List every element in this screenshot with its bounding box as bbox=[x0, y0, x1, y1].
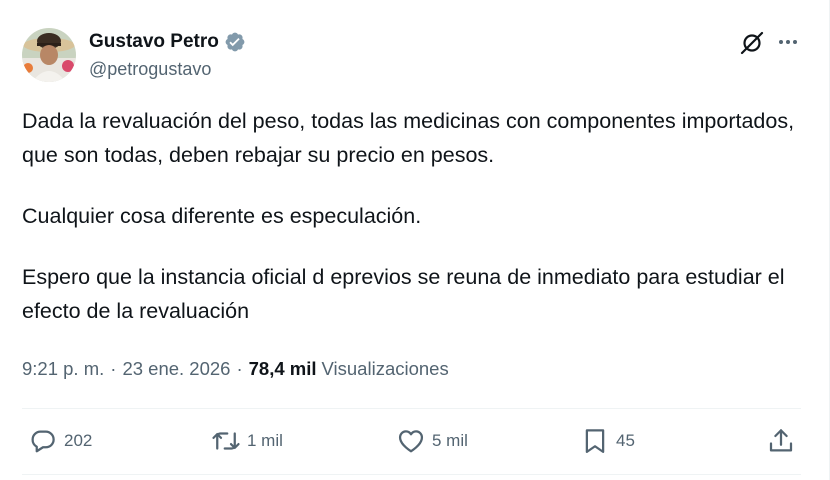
like-button[interactable]: 5 mil bbox=[396, 426, 468, 456]
bookmark-count: 45 bbox=[616, 431, 635, 450]
tweet-text: Dada la revaluación del peso, todas las … bbox=[22, 104, 802, 328]
meta-separator: · bbox=[236, 358, 243, 379]
bookmark-button[interactable]: 45 bbox=[580, 426, 635, 456]
tweet-date[interactable]: 23 ene. 2026 bbox=[122, 358, 230, 380]
grok-icon[interactable] bbox=[739, 30, 765, 56]
views-label: Visualizaciones bbox=[321, 358, 449, 379]
tweet-time[interactable]: 9:21 p. m. bbox=[22, 358, 104, 380]
divider bbox=[22, 474, 801, 475]
like-count: 5 mil bbox=[432, 431, 468, 450]
divider bbox=[22, 408, 801, 409]
heart-icon bbox=[398, 430, 424, 453]
tweet-paragraph: Dada la revaluación del peso, todas las … bbox=[22, 109, 795, 167]
repost-icon bbox=[212, 432, 240, 450]
views-count: 78,4 mil bbox=[248, 358, 317, 379]
repost-button[interactable]: 1 mil bbox=[211, 426, 283, 456]
reply-count: 202 bbox=[64, 431, 93, 450]
bookmark-icon bbox=[585, 429, 605, 453]
share-icon bbox=[769, 429, 793, 452]
author-handle[interactable]: @petrogustavo bbox=[89, 59, 211, 80]
meta-separator: · bbox=[110, 358, 117, 379]
tweet-paragraph: Espero que la instancia oficial d eprevi… bbox=[22, 265, 785, 323]
tweet-paragraph: Cualquier cosa diferente es especulación… bbox=[22, 204, 422, 228]
share-button[interactable] bbox=[766, 426, 796, 456]
avatar[interactable] bbox=[22, 28, 76, 82]
repost-count: 1 mil bbox=[247, 431, 283, 450]
verified-badge-icon bbox=[224, 31, 246, 53]
reply-button[interactable]: 202 bbox=[28, 426, 92, 456]
more-icon[interactable] bbox=[776, 30, 800, 54]
author-name[interactable]: Gustavo Petro bbox=[89, 31, 219, 53]
tweet-card: Gustavo Petro @petrogustavo Dada la reva… bbox=[0, 0, 830, 480]
tweet-meta: 9:21 p. m. · 23 ene. 2026 · 78,4 mil Vis… bbox=[22, 358, 449, 380]
reply-icon bbox=[31, 430, 55, 453]
